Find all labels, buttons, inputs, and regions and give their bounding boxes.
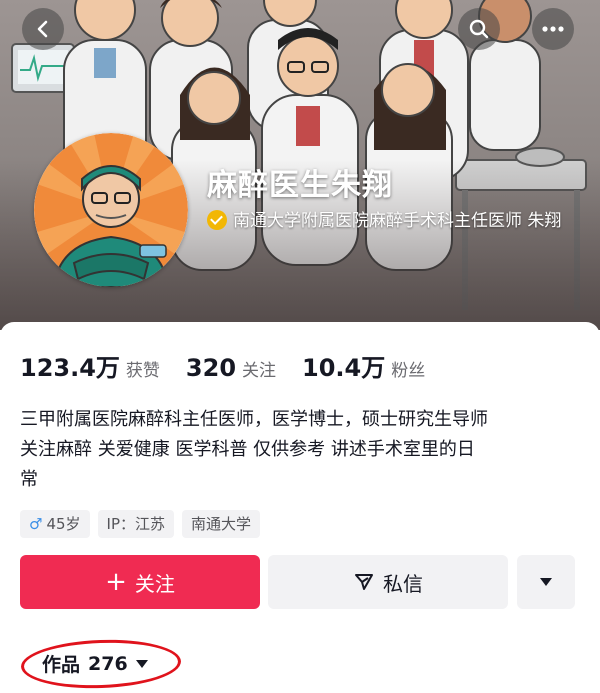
verified-badge-icon [207, 210, 227, 230]
profile-banner: 麻醉医生朱翔 南通大学附属医院麻醉手术科主任医师 朱翔 [0, 0, 600, 330]
bio-line: 常 [20, 469, 38, 490]
tag-school[interactable]: 南通大学 [182, 510, 261, 538]
bio: 三甲附属医院麻醉科主任医师，医学博士，硕士研究生导师 关注麻醉 关爱健康 医学科… [20, 405, 580, 495]
paper-plane-icon [355, 574, 373, 590]
stat-followers-value: 10.4万 [302, 354, 386, 382]
stat-followers-label: 粉丝 [391, 361, 426, 381]
stat-likes: 123.4万 获赞 [20, 348, 160, 383]
verification-text: 南通大学附属医院麻醉手术科主任医师 朱翔 [233, 211, 562, 231]
tag-gender-age: ♂ 45岁 [20, 510, 90, 538]
avatar-illustration [34, 133, 188, 287]
search-icon [469, 19, 489, 39]
stat-following[interactable]: 320 关注 [186, 354, 276, 382]
plus-icon: + [105, 567, 127, 597]
back-button[interactable] [22, 8, 64, 50]
stat-followers[interactable]: 10.4万 粉丝 [302, 348, 425, 383]
message-label: 私信 [383, 571, 423, 596]
more-button[interactable] [532, 8, 574, 50]
message-button[interactable]: 私信 [268, 555, 508, 609]
bio-line: 三甲附属医院麻醉科主任医师，医学博士，硕士研究生导师 [20, 409, 488, 430]
more-actions-dropdown[interactable] [517, 555, 575, 609]
avatar[interactable] [34, 133, 188, 287]
stat-likes-label: 获赞 [125, 361, 160, 381]
stats-row: 123.4万 获赞 320 关注 10.4万 粉丝 [20, 348, 451, 383]
tag-age: 45岁 [46, 515, 81, 533]
stat-following-value: 320 [185, 354, 237, 382]
male-icon: ♂ [29, 515, 43, 533]
stat-likes-value: 123.4万 [20, 354, 120, 382]
search-button[interactable] [458, 8, 500, 50]
more-dots-icon [542, 26, 564, 32]
follow-label: 关注 [134, 571, 175, 596]
triangle-down-icon [540, 578, 552, 586]
bio-line: 关注麻醉 关爱健康 医学科普 仅供参考 讲述手术室里的日 [20, 439, 475, 460]
verification-line: 南通大学附属医院麻醉手术科主任医师 朱翔 [207, 208, 567, 234]
chevron-left-icon [37, 20, 48, 38]
stat-following-label: 关注 [242, 361, 277, 381]
tag-ip: IP：江苏 [97, 510, 175, 538]
profile-tags: ♂ 45岁 IP：江苏 南通大学 [20, 510, 268, 538]
follow-button[interactable]: + 关注 [20, 555, 260, 609]
profile-name: 麻醉医生朱翔 [207, 168, 393, 203]
